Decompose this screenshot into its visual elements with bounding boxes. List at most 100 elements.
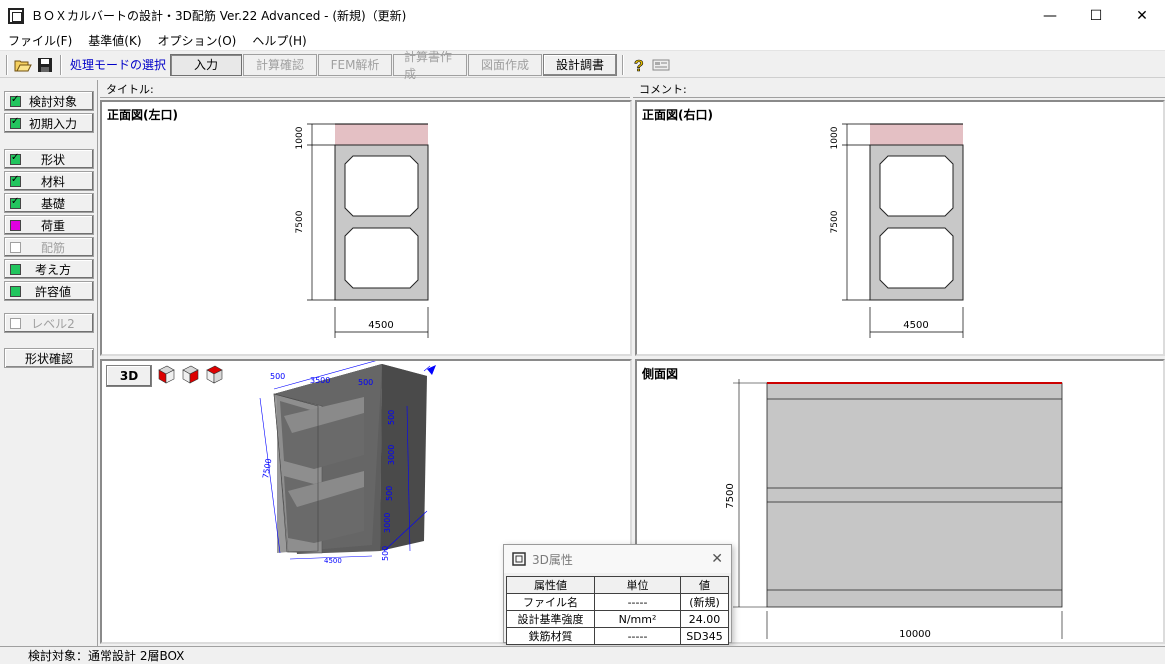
dialog-app-icon <box>512 552 526 566</box>
minimize-button[interactable]: — <box>1027 0 1073 31</box>
status-icon <box>10 263 21 275</box>
dim-top-text: 1000 <box>295 126 305 149</box>
earth-cover <box>335 124 428 145</box>
comment-label: コメント: <box>639 82 687 96</box>
3d-dim-g: 3000 <box>383 513 392 533</box>
menu-bar: ファイル(F) 基準値(K) オプション(O) ヘルプ(H) <box>0 31 1165 51</box>
dim-width-text: 4500 <box>368 320 393 331</box>
3d-dim-e: 3000 <box>387 445 396 465</box>
table-cell: ファイル名 <box>506 593 595 611</box>
checked-icon <box>10 196 21 209</box>
comment-field[interactable]: コメント: <box>633 80 1165 98</box>
sidebar-item-load[interactable]: 荷重 <box>4 215 94 235</box>
open-folder-icon[interactable] <box>12 54 34 76</box>
unchecked-icon <box>10 317 21 329</box>
mode-input-button[interactable]: 入力 <box>170 53 243 76</box>
title-label: タイトル: <box>106 82 154 96</box>
front-right-view[interactable]: 正面図(右口) 1000 7500 4500 <box>635 100 1165 356</box>
input-sidebar: 検討対象 初期入力 形状 材料 基礎 荷重 配筋 考え方 許容値 レベル2 形状… <box>0 80 98 646</box>
toolbar-separator <box>60 54 62 75</box>
attribute-table: 属性値 単位 値 ファイル名 ----- (新規) 設計基準強度 N/mm² 2… <box>506 576 729 645</box>
dialog-title-bar[interactable]: 3D属性 <box>504 545 731 573</box>
dialog-title: 3D属性 <box>532 552 573 567</box>
toolbar-separator <box>622 54 625 75</box>
menu-file[interactable]: ファイル(F) <box>0 32 80 49</box>
sidebar-item-material[interactable]: 材料 <box>4 171 94 191</box>
side-dim-height: 7500 <box>725 483 736 508</box>
table-row: 鉄筋材質 ----- SD345 <box>506 627 729 645</box>
3d-dim-f: 500 <box>385 486 394 501</box>
save-disk-icon[interactable] <box>34 54 56 76</box>
front-left-view[interactable]: 正面図(左口) 1000 7500 4500 <box>100 100 632 356</box>
sidebar-item-rebar[interactable]: 配筋 <box>4 237 94 257</box>
lower-cell <box>879 227 954 289</box>
sidebar-item-initial[interactable]: 初期入力 <box>4 113 94 133</box>
table-header: 単位 <box>594 576 681 594</box>
front-left-drawing: 1000 7500 4500 <box>295 123 429 338</box>
sidebar-item-label: 検討対象 <box>28 94 77 109</box>
checked-icon <box>10 94 21 107</box>
unchecked-icon <box>10 241 21 253</box>
table-cell: 24.00 <box>680 610 729 628</box>
app-icon <box>8 7 24 24</box>
mode-select-label: 処理モードの選択 <box>70 58 167 72</box>
close-button[interactable]: ✕ <box>1119 0 1165 31</box>
menu-option[interactable]: オプション(O) <box>150 32 245 49</box>
table-cell: (新規) <box>680 593 729 611</box>
help-icon[interactable]: ? <box>628 54 650 76</box>
sidebar-item-approach[interactable]: 考え方 <box>4 259 94 279</box>
menu-help[interactable]: ヘルプ(H) <box>244 32 314 49</box>
table-cell: N/mm² <box>594 610 681 628</box>
sidebar-item-target[interactable]: 検討対象 <box>4 91 94 111</box>
mode-report-button[interactable]: 計算書作成 <box>393 50 468 81</box>
table-header: 値 <box>680 576 729 594</box>
side-body <box>766 382 1063 608</box>
shape-check-button[interactable]: 形状確認 <box>4 348 94 368</box>
table-cell: 鉄筋材質 <box>506 627 595 645</box>
3d-dim-b: 3500 <box>310 376 330 385</box>
table-row: 設計基準強度 N/mm² 24.00 <box>506 610 729 628</box>
menu-standard[interactable]: 基準値(K) <box>80 32 149 49</box>
side-dim-width: 10000 <box>899 629 931 640</box>
3d-dim-h: 500 <box>381 546 390 561</box>
incomplete-icon <box>10 219 21 231</box>
sidebar-item-label: 基礎 <box>40 196 65 211</box>
sidebar-item-allowable[interactable]: 許容値 <box>4 281 94 301</box>
sidebar-item-label: 初期入力 <box>28 116 77 131</box>
3d-dim-d: 500 <box>387 410 396 425</box>
maximize-button[interactable]: ☐ <box>1073 0 1119 31</box>
toolbar: 処理モードの選択 入力 計算確認 FEM解析 計算書作成 図面作成 設計調書 ? <box>0 50 1165 81</box>
mode-calc-check-button[interactable]: 計算確認 <box>243 53 318 76</box>
earth-cover <box>870 124 963 145</box>
3d-dim-bottom: 4500 <box>324 557 342 565</box>
table-row: ファイル名 ----- (新規) <box>506 593 729 611</box>
toolbar-separator <box>6 54 8 75</box>
sidebar-item-foundation[interactable]: 基礎 <box>4 193 94 213</box>
sidebar-item-shape[interactable]: 形状 <box>4 149 94 169</box>
sidebar-item-level2[interactable]: レベル2 <box>4 313 94 333</box>
table-cell: 設計基準強度 <box>506 610 595 628</box>
3d-dim-a: 500 <box>270 372 285 381</box>
sidebar-item-label: 許容値 <box>34 284 71 299</box>
3d-attribute-dialog: 3D属性 ✕ 属性値 単位 値 ファイル名 ----- (新規) 設計基準強度 … <box>503 544 732 645</box>
table-cell: SD345 <box>680 627 729 645</box>
table-cell: ----- <box>594 627 681 645</box>
sidebar-item-label: 配筋 <box>40 240 65 255</box>
checked-icon <box>10 116 21 129</box>
dim-top-text: 1000 <box>830 126 840 149</box>
mode-drawing-button[interactable]: 図面作成 <box>468 53 543 76</box>
dialog-close-icon[interactable]: ✕ <box>711 551 723 567</box>
sidebar-item-label: レベル2 <box>31 316 75 331</box>
dim-width-text: 4500 <box>903 320 928 331</box>
checked-icon <box>10 174 21 187</box>
title-bar: ＢＯＸカルバートの設計・3D配筋 Ver.22 Advanced - (新規)（… <box>0 0 1165 31</box>
mode-design-sheet-button[interactable]: 設計調書 <box>543 53 618 76</box>
info-card-icon[interactable] <box>650 54 672 76</box>
title-field[interactable]: タイトル: <box>100 80 630 98</box>
3d-dim-c: 500 <box>358 378 373 387</box>
sidebar-item-label: 形状 <box>40 152 65 167</box>
status-icon <box>10 285 21 297</box>
dim-height-text: 7500 <box>295 210 305 233</box>
mode-fem-button[interactable]: FEM解析 <box>318 53 393 76</box>
upper-cell <box>879 155 954 217</box>
